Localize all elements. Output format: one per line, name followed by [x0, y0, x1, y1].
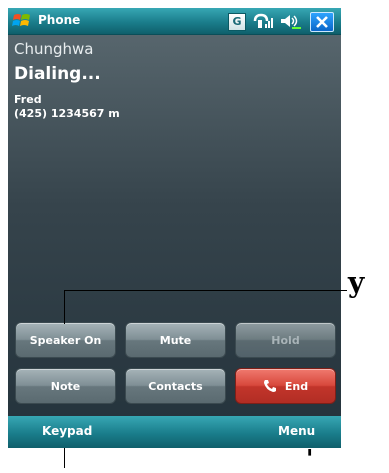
app-title: Phone — [38, 13, 81, 27]
phone-screen: Phone G Chunghwa Dialing... Fred (425) 1… — [8, 8, 341, 448]
signal-icon[interactable] — [252, 12, 274, 30]
callout-label-right: y — [348, 266, 365, 299]
callout-line-vertical — [64, 290, 65, 324]
contacts-button[interactable]: Contacts — [125, 368, 226, 404]
note-label: Note — [50, 379, 81, 393]
hold-label: Hold — [271, 333, 300, 347]
callout-line-horizontal — [64, 290, 347, 291]
call-status: Dialing... — [14, 64, 101, 84]
volume-icon[interactable] — [278, 12, 302, 30]
end-call-button[interactable]: End — [235, 368, 336, 404]
softkey-keypad[interactable]: Keypad — [42, 424, 92, 438]
caller-number: (425) 1234567 m — [14, 107, 120, 120]
note-button[interactable]: Note — [15, 368, 116, 404]
callout-label-bottom: ' — [306, 444, 314, 473]
softkey-menu[interactable]: Menu — [278, 424, 315, 438]
mute-label: Mute — [159, 333, 192, 347]
contacts-label: Contacts — [148, 379, 203, 393]
speaker-on-button[interactable]: Speaker On — [15, 322, 116, 358]
close-icon[interactable] — [310, 12, 334, 32]
gprs-icon[interactable]: G — [228, 13, 246, 31]
phone-handset-icon — [263, 380, 276, 392]
speaker-on-label: Speaker On — [29, 333, 102, 347]
hold-button[interactable]: Hold — [235, 322, 336, 358]
title-bar: Phone G — [8, 8, 341, 35]
mute-button[interactable]: Mute — [125, 322, 226, 358]
windows-start-icon[interactable] — [12, 11, 32, 31]
caller-name: Fred — [14, 93, 42, 106]
carrier-name: Chunghwa — [14, 40, 94, 58]
end-label: End — [284, 379, 309, 393]
callout-line-bottom — [64, 448, 65, 468]
